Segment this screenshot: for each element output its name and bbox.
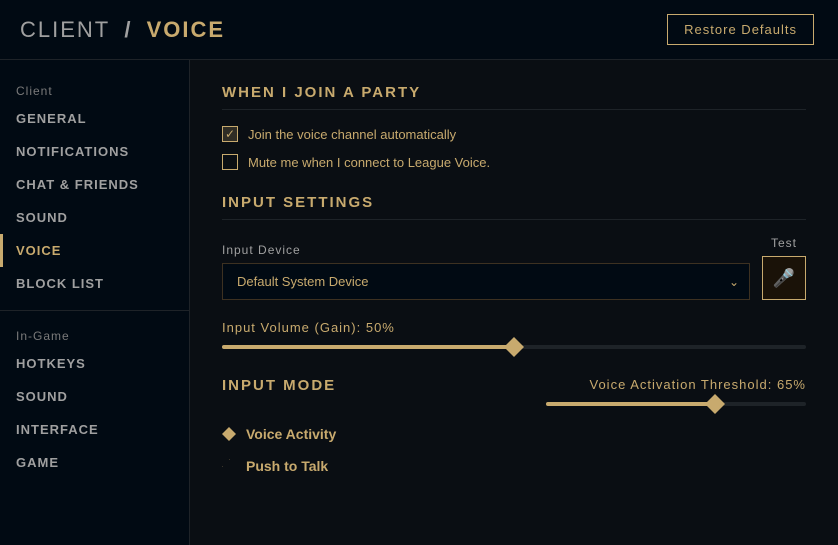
sidebar-item-general[interactable]: GENERAL — [0, 102, 189, 135]
sidebar-item-hotkeys[interactable]: HOTKEYS — [0, 347, 189, 380]
threshold-slider-thumb[interactable] — [705, 394, 725, 414]
mute-checkbox[interactable] — [222, 154, 238, 170]
sidebar: Client GENERAL NOTIFICATIONS CHAT & FRIE… — [0, 60, 190, 545]
volume-row: Input Volume (Gain): 50% — [222, 320, 806, 349]
test-label: Test — [771, 236, 797, 250]
input-device-row: Input Device Default System Device ⌄ Tes… — [222, 236, 806, 300]
input-device-select[interactable]: Default System Device — [237, 274, 735, 289]
sidebar-item-sound2[interactable]: SOUND — [0, 380, 189, 413]
volume-slider-track[interactable] — [222, 345, 806, 349]
sidebar-item-game[interactable]: GAME — [0, 446, 189, 479]
push-to-talk-row: Push to Talk — [222, 458, 806, 474]
voice-threshold-wrapper: Voice Activation Threshold: 65% — [546, 377, 806, 406]
volume-slider-thumb[interactable] — [504, 337, 524, 357]
input-mode-section: INPUT MODE Voice Activation Threshold: 6… — [222, 377, 806, 474]
join-voice-checkbox[interactable] — [222, 126, 238, 142]
volume-label: Input Volume (Gain): 50% — [222, 320, 806, 335]
input-device-wrapper: Input Device Default System Device ⌄ — [222, 243, 750, 300]
party-section: WHEN I JOIN A PARTY Join the voice chann… — [222, 84, 806, 170]
push-to-talk-label: Push to Talk — [246, 458, 328, 474]
slash: / — [124, 17, 140, 42]
header: CLIENT / VOICE Restore Defaults — [0, 0, 838, 60]
client-label: CLIENT — [20, 17, 110, 42]
volume-slider-fill — [222, 345, 514, 349]
settings-content: WHEN I JOIN A PARTY Join the voice chann… — [190, 60, 838, 545]
mute-label: Mute me when I connect to League Voice. — [248, 155, 490, 170]
sidebar-item-voice[interactable]: VOICE — [0, 234, 189, 267]
input-settings-title: INPUT SETTINGS — [222, 194, 806, 220]
voice-activity-label: Voice Activity — [246, 426, 336, 442]
microphone-icon: 🎤 — [773, 268, 795, 289]
voice-activity-radio[interactable] — [222, 427, 236, 441]
input-device-label: Input Device — [222, 243, 750, 257]
test-btn-wrapper: Test 🎤 — [762, 236, 806, 300]
sidebar-item-notifications[interactable]: NOTIFICATIONS — [0, 135, 189, 168]
sidebar-divider — [0, 310, 189, 311]
test-mic-button[interactable]: 🎤 — [762, 256, 806, 300]
voice-threshold-label: Voice Activation Threshold: 65% — [546, 377, 806, 392]
input-mode-title: INPUT MODE — [222, 377, 336, 394]
input-device-select-wrapper[interactable]: Default System Device ⌄ — [222, 263, 750, 300]
input-settings-section: INPUT SETTINGS Input Device Default Syst… — [222, 194, 806, 349]
ingame-section-label: In-Game — [0, 321, 189, 347]
sidebar-item-block-list[interactable]: BLOCK LIST — [0, 267, 189, 300]
voice-label: VOICE — [147, 17, 225, 42]
input-mode-header: INPUT MODE Voice Activation Threshold: 6… — [222, 377, 806, 410]
voice-activity-row: Voice Activity — [222, 426, 806, 442]
client-section-label: Client — [0, 76, 189, 102]
sidebar-item-interface[interactable]: INTERFACE — [0, 413, 189, 446]
push-to-talk-radio[interactable] — [222, 459, 236, 473]
join-voice-label: Join the voice channel automatically — [248, 127, 456, 142]
threshold-slider-track[interactable] — [546, 402, 806, 406]
mute-row: Mute me when I connect to League Voice. — [222, 154, 806, 170]
page-title: CLIENT / VOICE — [20, 17, 225, 43]
threshold-slider-fill — [546, 402, 715, 406]
sidebar-item-sound[interactable]: SOUND — [0, 201, 189, 234]
join-voice-row: Join the voice channel automatically — [222, 126, 806, 142]
restore-defaults-button[interactable]: Restore Defaults — [667, 14, 814, 45]
sidebar-item-chat-friends[interactable]: CHAT & FRIENDS — [0, 168, 189, 201]
party-section-title: WHEN I JOIN A PARTY — [222, 84, 806, 110]
main-layout: Client GENERAL NOTIFICATIONS CHAT & FRIE… — [0, 60, 838, 545]
